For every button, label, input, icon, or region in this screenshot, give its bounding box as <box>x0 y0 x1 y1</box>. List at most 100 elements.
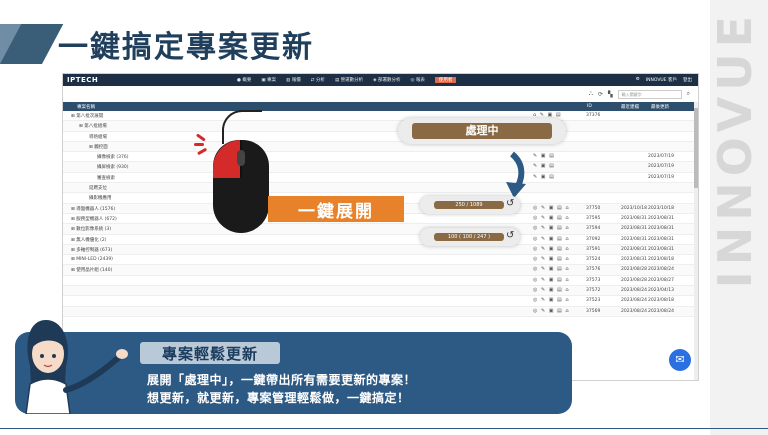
row-name: ⊞ MINI-LED (2439) <box>71 257 113 263</box>
progress-pill-1: 250 / 1089 ↺ <box>420 196 520 214</box>
brand-vertical: INNOVUE <box>708 0 768 435</box>
refresh-icon[interactable]: ↺ <box>506 230 514 241</box>
filter-icon[interactable]: ▚ <box>608 91 613 98</box>
row-action-icons[interactable]: ◎ ✎ ▣ ▤ ⌂ <box>533 308 570 314</box>
row-updated-date: 2023/08/24 <box>648 308 674 314</box>
row-name: ⊞ 觸控面 <box>89 144 108 150</box>
table-row[interactable]: ⊞ 無人機優化 (2) ◎ ✎ ▣ ▤ ⌂ 37092 2023/08/31 2023/… <box>63 235 698 245</box>
row-updated-date: 2023/10/18 <box>648 205 674 211</box>
row-name: ⊞ 數位影像系統 (3) <box>71 227 112 233</box>
nav-item-ops-analysis[interactable]: ▤ 營運數分析 <box>335 77 363 83</box>
row-name: ⊞ 第八批組場 <box>79 124 107 130</box>
row-name: 攝影機應用 <box>89 196 112 202</box>
nav-right: ⚙ INNOVUE 客戶 登出 <box>636 77 698 83</box>
callout-title: 專案輕鬆更新 <box>140 342 280 364</box>
header-d2[interactable]: 最後更新 <box>651 104 669 110</box>
row-action-icons[interactable]: ◎ ✎ ▣ ▤ ⌂ <box>533 246 570 252</box>
row-name: ⊞ 服務型機器人 (672) <box>71 216 117 222</box>
row-action-icons[interactable]: ◎ ✎ ▣ ▤ ⌂ <box>533 277 570 283</box>
search-icon[interactable]: ⌕ <box>687 90 690 98</box>
table-row[interactable]: ⊞ 數位影像系統 (3) ◎ ✎ ▣ ▤ ⌂ 37594 2023/08/31 2023… <box>63 224 698 235</box>
row-action-icons[interactable]: ◎ ✎ ▣ ▤ ⌂ <box>533 225 570 231</box>
table-row[interactable]: ◎ ✎ ▣ ▤ ⌂ 37572 2023/08/24 2023/04/13 <box>63 286 698 297</box>
row-action-icons[interactable]: ◎ ✎ ▣ ▤ ⌂ <box>533 215 570 221</box>
row-action-icons[interactable]: ◎ ✎ ▣ ▤ ⌂ <box>533 266 570 272</box>
mouse-wheel-icon <box>237 150 245 166</box>
table-row[interactable]: 攝像檢索 (376) ✎ ▣ ▤ 2023/07/19 <box>63 152 698 163</box>
row-action-icons[interactable]: ◎ ✎ ▣ ▤ ⌂ <box>533 297 570 303</box>
row-id: 37523 <box>586 298 601 304</box>
refresh-icon[interactable]: ⟳ <box>598 91 603 98</box>
row-created-date: 2023/08/24 <box>621 288 647 294</box>
scrollbar-thumb[interactable] <box>694 108 698 188</box>
messenger-chat-icon[interactable]: ✉ <box>669 349 691 371</box>
table-row[interactable]: ⊞ 第八批組場 <box>63 121 698 132</box>
top-nav: IPTECH ● 概要 ▣ 專案 ▥ 報價 ⇄ 分析 ▤ 營運數分析 ◈ 部署數… <box>63 74 698 86</box>
row-created-date: 2023/08/31 <box>621 226 647 232</box>
row-created-date: 2023/08/24 <box>621 308 647 314</box>
nav-item-analysis[interactable]: ⇄ 分析 <box>311 77 325 83</box>
mouse-cable <box>222 110 262 144</box>
nav-item-reports[interactable]: ◎ 報表 <box>411 77 425 83</box>
slide: 一鍵搞定專案更新 INNOVUE IPTECH ● 概要 ▣ 專案 ▥ 報價 ⇄… <box>0 0 768 435</box>
row-id: 37572 <box>586 288 601 294</box>
account-name[interactable]: INNOVUE 客戶 <box>646 77 677 83</box>
table-row[interactable]: ◎ ✎ ▣ ▤ ⌂ 37569 2023/08/24 2023/08/24 <box>63 306 698 317</box>
row-updated-date: 2023/08/27 <box>648 277 674 283</box>
row-action-icons[interactable]: ◎ ✎ ▣ ▤ ⌂ <box>533 236 570 242</box>
row-id: 37750 <box>586 205 601 211</box>
presenter-avatar <box>25 320 128 414</box>
table-row[interactable]: 審查檢索 ✎ ▣ ▤ 2023/07/19 <box>63 173 698 184</box>
table-row[interactable]: ⊞ 觸控面 <box>63 141 698 153</box>
header-d1[interactable]: 最近建檔 <box>621 104 639 110</box>
one-key-expand-label: 一鍵展開 <box>268 196 404 222</box>
nav-item-overview[interactable]: ● 概要 <box>237 77 251 83</box>
row-action-icons[interactable]: ◎ ✎ ▣ ▤ ⌂ <box>533 205 570 211</box>
row-updated-date: 2023/08/18 <box>648 257 674 263</box>
row-created-date: 2023/08/31 <box>621 246 647 252</box>
row-updated-date: 2023/07/19 <box>648 174 674 180</box>
nav-item-projects[interactable]: ▣ 專案 <box>261 77 276 83</box>
row-created-date: 2023/10/18 <box>621 205 647 211</box>
progress-pill-2: 100 ( 100 / 247 ) ↺ <box>420 228 520 246</box>
table-row[interactable]: 延聘支位 <box>63 183 698 194</box>
row-id: 37576 <box>586 267 601 273</box>
row-updated-date: 2023/08/31 <box>648 226 674 232</box>
row-name: 攝屏檢索 (930) <box>97 165 129 171</box>
search-input[interactable]: 輸入關鍵字 <box>617 89 682 99</box>
table-row[interactable]: ◎ ✎ ▣ ▤ ⌂ 37523 2023/08/24 2023/08/18 <box>63 296 698 307</box>
nav-item-quote[interactable]: ▥ 報價 <box>286 77 301 83</box>
table-row[interactable]: 導熱組場 <box>63 132 698 142</box>
table-row[interactable]: ⊞ MINI-LED (2439) ◎ ✎ ▣ ▤ ⌂ 37524 2023/08/3… <box>63 255 698 266</box>
click-burst-icon <box>194 133 214 155</box>
tree-icon[interactable]: ⛬ <box>589 90 593 98</box>
row-action-icons[interactable]: ◎ ✎ ▣ ▤ ⌂ <box>533 287 570 293</box>
header-id[interactable]: ID <box>587 104 592 109</box>
callout-line-1: 展開「處理中」，一鍵帶出所有需要更新的專案！ <box>147 373 417 387</box>
table-row[interactable]: ◎ ✎ ▣ ▤ ⌂ 37573 2023/08/28 2023/08/27 <box>63 276 698 287</box>
row-action-icons[interactable]: ✎ ▣ ▤ <box>533 153 555 159</box>
row-updated-date: 2023/08/31 <box>648 215 674 221</box>
processing-label[interactable]: 處理中 <box>412 123 552 139</box>
scrollbar[interactable] <box>694 102 698 380</box>
row-action-icons[interactable]: ✎ ▣ ▤ <box>533 163 555 169</box>
progress-1-label: 250 / 1089 <box>434 201 504 209</box>
table-row[interactable]: ⊞ 使用晶片組 (140) ◎ ✎ ▣ ▤ ⌂ 37576 2023/08/28 202… <box>63 265 698 276</box>
row-name: ⊞ 多軸控制器 (673) <box>71 247 113 253</box>
logout-link[interactable]: 登出 <box>683 77 692 83</box>
nav-item-deploy-analysis[interactable]: ◈ 部署數分析 <box>373 77 400 83</box>
row-action-icons[interactable]: ✎ ▣ ▤ <box>533 174 555 180</box>
table-row[interactable]: ⊞ 多軸控制器 (673) ◎ ✎ ▣ ▤ ⌂ 37591 2023/08/31 202… <box>63 244 698 256</box>
refresh-icon[interactable]: ↺ <box>506 198 514 209</box>
table-row[interactable]: ⊞ 第八批次展開 ⌂ ✎ ▣ ▤ 37376 <box>63 111 698 122</box>
header-name[interactable]: 專案名稱 <box>77 104 95 110</box>
row-action-icons[interactable]: ◎ ✎ ▣ ▤ ⌂ <box>533 256 570 262</box>
nav-item-user[interactable]: 使用者 <box>434 77 457 83</box>
nav-items: ● 概要 ▣ 專案 ▥ 報價 ⇄ 分析 ▤ 營運數分析 ◈ 部署數分析 ◎ 報表… <box>237 77 457 83</box>
app-logo[interactable]: IPTECH <box>63 76 111 84</box>
row-id: 37092 <box>586 236 601 242</box>
row-updated-date: 2023/08/31 <box>648 246 674 252</box>
row-created-date: 2023/08/31 <box>621 215 647 221</box>
table-row[interactable]: 攝屏檢索 (930) ✎ ▣ ▤ 2023/07/19 <box>63 162 698 173</box>
settings-icon[interactable]: ⚙ <box>636 77 640 83</box>
